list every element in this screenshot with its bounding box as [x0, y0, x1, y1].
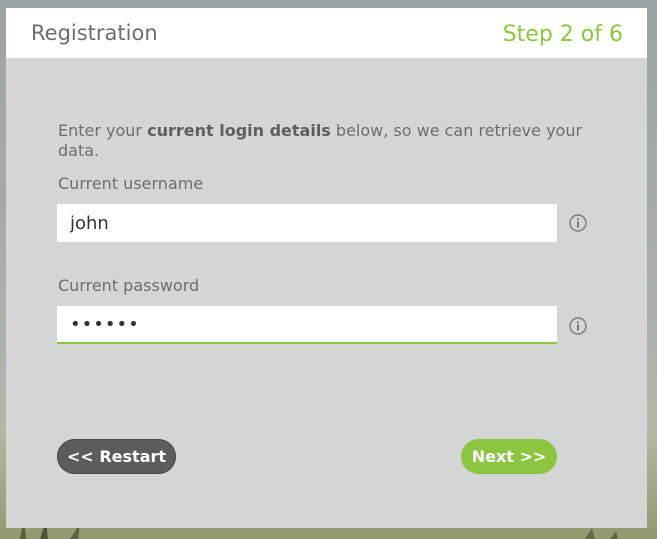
username-info-icon[interactable] — [569, 214, 587, 232]
intro-text: Enter your current login details below, … — [58, 121, 598, 161]
password-info-icon[interactable] — [569, 317, 587, 335]
password-input[interactable] — [57, 306, 557, 344]
step-indicator: Step 2 of 6 — [502, 22, 623, 47]
page-title: Registration — [31, 21, 158, 45]
next-button[interactable]: Next >> — [461, 439, 557, 474]
panel-header: Registration Step 2 of 6 — [6, 8, 647, 58]
username-input[interactable] — [57, 204, 557, 242]
restart-button[interactable]: << Restart — [57, 439, 176, 474]
intro-prefix: Enter your — [58, 121, 148, 140]
password-label: Current password — [58, 276, 200, 295]
registration-panel: Registration Step 2 of 6 Enter your curr… — [6, 8, 647, 528]
username-label: Current username — [58, 174, 204, 193]
intro-bold: current login details — [147, 121, 331, 140]
